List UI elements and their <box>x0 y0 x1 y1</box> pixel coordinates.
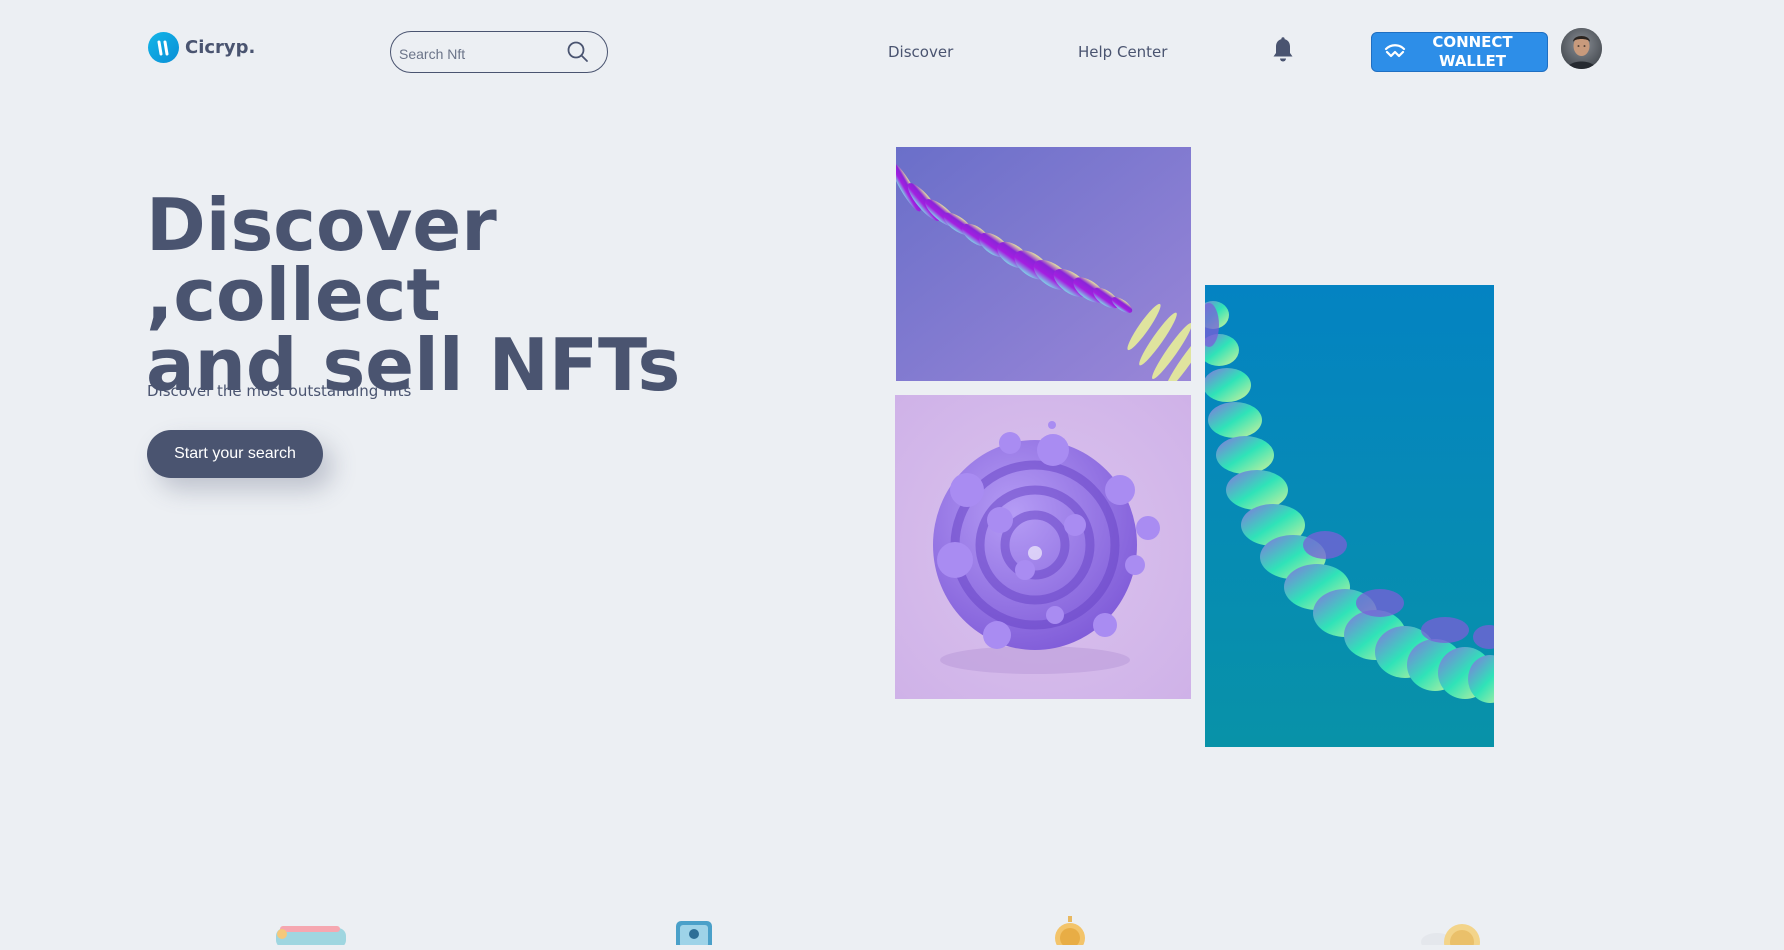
nav-discover[interactable]: Discover <box>888 43 953 61</box>
hero-title: Discover ,collect and sell NFTs <box>146 189 786 401</box>
feature-bitcoin-icon <box>1415 922 1485 950</box>
feature-card-icon <box>272 922 352 948</box>
search-input[interactable] <box>399 39 559 69</box>
connect-wallet-label-line1: CONNECT <box>1432 33 1513 51</box>
feature-coin-icon <box>1052 916 1088 950</box>
nft-artwork-teal-wave[interactable] <box>1205 285 1494 747</box>
connect-wallet-label-line2: WALLET <box>1438 52 1507 70</box>
wallet-connect-icon <box>1384 43 1406 61</box>
search-bar <box>390 31 608 73</box>
bell-icon[interactable] <box>1271 36 1295 64</box>
connect-wallet-button[interactable]: CONNECT WALLET <box>1371 32 1548 72</box>
connect-wallet-label: CONNECT WALLET <box>1406 33 1547 71</box>
brand-name: Cicryp. <box>185 37 256 58</box>
logo-mark-icon <box>148 32 179 63</box>
nav-help-center[interactable]: Help Center <box>1078 43 1167 61</box>
brand-logo[interactable]: Cicryp. <box>148 32 255 63</box>
avatar[interactable] <box>1561 28 1602 69</box>
hero-title-line1: Discover ,collect <box>146 183 497 337</box>
nft-artwork-blob-swirl[interactable] <box>895 395 1191 699</box>
feature-profile-icon <box>674 920 714 950</box>
search-icon[interactable] <box>565 39 591 65</box>
start-search-button[interactable]: Start your search <box>147 430 323 478</box>
hero-subtitle: Discover the most outstanding nfts <box>147 382 412 400</box>
nft-artwork-ribbon-violet[interactable] <box>896 147 1191 381</box>
